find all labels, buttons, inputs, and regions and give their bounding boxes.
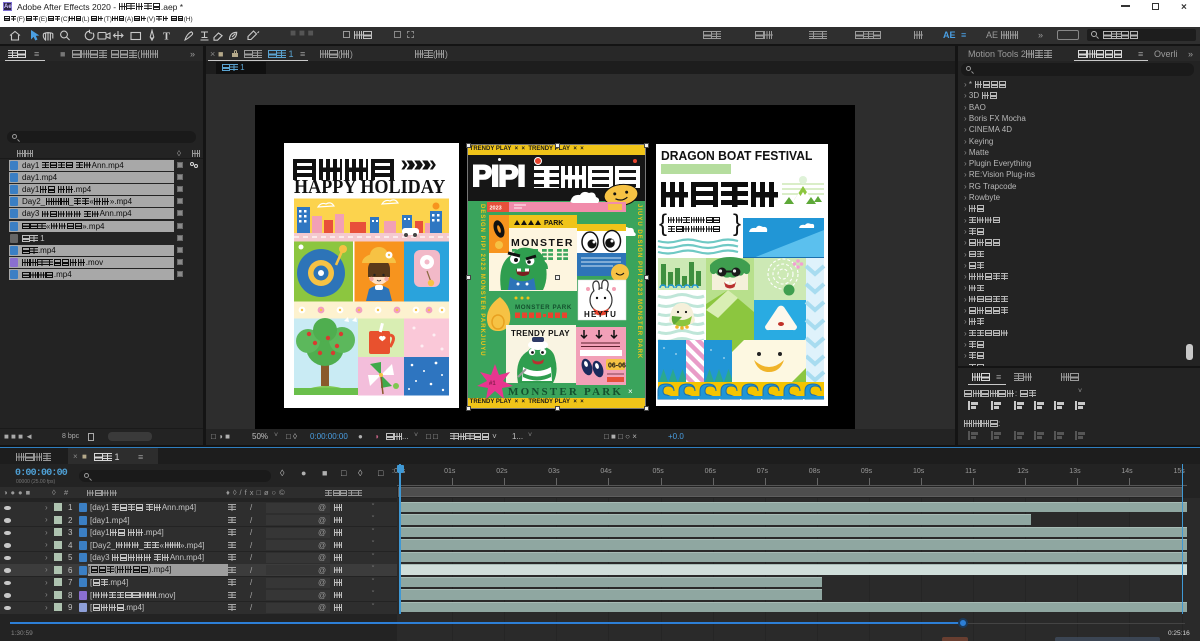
svg-text:MONSTER PARK: MONSTER PARK bbox=[515, 304, 572, 311]
svg-text:#1: #1 bbox=[489, 381, 496, 387]
svg-text:JIUYU DESIGN PIPI 2023 MONSTER: JIUYU DESIGN PIPI 2023 MONSTER PARK bbox=[636, 204, 642, 359]
svg-text:DESIGN PIPI 2023 MONSTER PARKJ: DESIGN PIPI 2023 MONSTER PARKJIUYU bbox=[479, 204, 485, 357]
svg-text:06-06: 06-06 bbox=[608, 363, 626, 370]
svg-text:MONSTER PARK: MONSTER PARK bbox=[508, 386, 623, 398]
svg-text:PARK: PARK bbox=[544, 220, 563, 227]
svg-text:2023: 2023 bbox=[490, 206, 502, 212]
svg-text:HEYTU: HEYTU bbox=[584, 310, 617, 319]
svg-text:MONSTER: MONSTER bbox=[511, 237, 574, 249]
svg-text:TRENDY PLAY: TRENDY PLAY bbox=[511, 329, 570, 338]
svg-text:T: T bbox=[163, 32, 170, 43]
svg-text:×: × bbox=[628, 387, 633, 396]
